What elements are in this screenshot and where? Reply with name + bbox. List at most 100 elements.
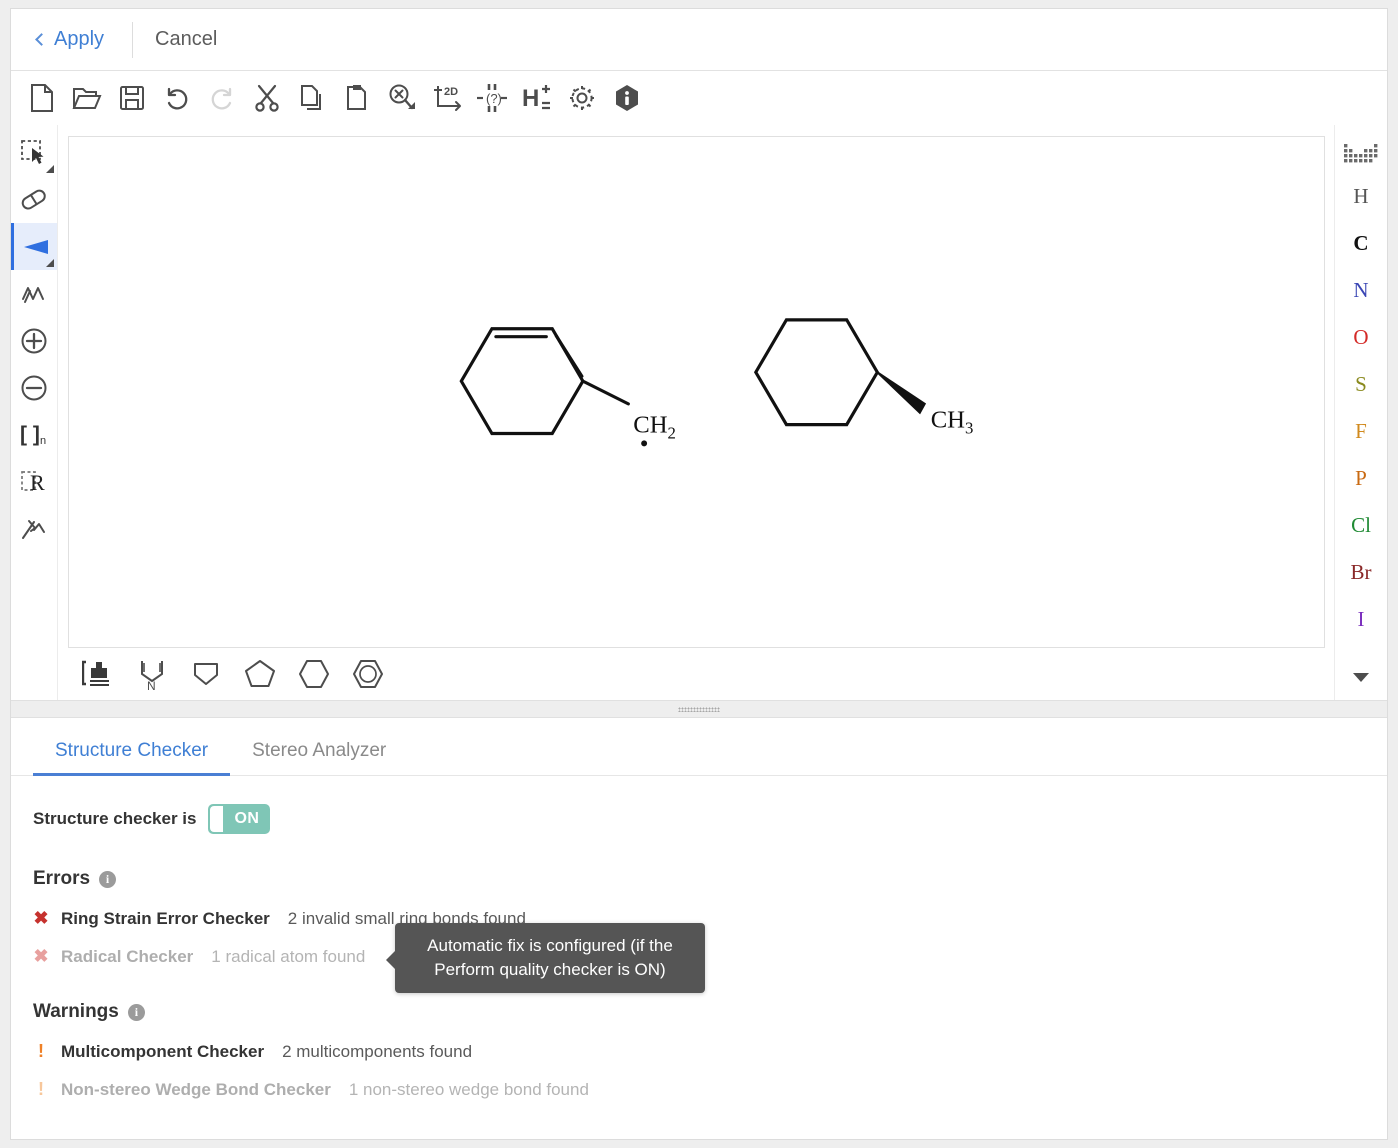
periodic-table-icon [1344,144,1378,164]
floppy-save-icon [119,85,145,111]
redo-button[interactable] [205,81,239,115]
cyclohexane-template-button[interactable] [294,654,334,694]
element-button-s[interactable]: S [1338,361,1385,408]
paste-button[interactable] [340,81,374,115]
about-button[interactable] [610,81,644,115]
main-toolbar: 2D (?) H [11,71,1387,125]
benzene-template-button[interactable] [348,654,388,694]
error-mark-icon: ✖ [33,946,49,967]
issue-name: Radical Checker [61,947,193,967]
warnings-heading: Warnings i [33,1001,1365,1023]
element-button-o[interactable]: O [1338,314,1385,361]
element-button-i[interactable]: I [1338,596,1385,643]
wedge-bond-shape [877,372,924,413]
toggle-knob [210,806,223,832]
settings-button[interactable] [565,81,599,115]
save-file-button[interactable] [115,81,149,115]
toggle-label: Structure checker is [33,809,196,829]
query-bond-icon: (?) [476,83,508,113]
repeating-unit-tool[interactable]: [ ] n [11,411,57,458]
cyclopentadiene-template-button[interactable] [186,654,226,694]
issue-name: Multicomponent Checker [61,1042,264,1062]
attachment-point-tool[interactable] [11,505,57,552]
issue-row-non-stereo-wedge[interactable]: ! Non-stereo Wedge Bond Checker 1 non-st… [33,1079,1365,1100]
copy-button[interactable] [295,81,329,115]
zigzag-chain-icon [20,282,48,306]
svg-text:R: R [30,470,45,495]
increase-charge-tool[interactable] [11,317,57,364]
info-circle-icon[interactable]: i [128,1004,145,1021]
window-header: Apply Cancel [11,9,1387,71]
issue-name: Non-stereo Wedge Bond Checker [61,1080,331,1100]
molecule-canvas[interactable]: CH2 CH3 [68,136,1325,648]
periodic-table-button[interactable] [1338,135,1385,173]
element-button-f[interactable]: F [1338,408,1385,455]
issue-description: 2 multicomponents found [282,1042,472,1062]
apply-button-label: Apply [54,28,104,51]
r-group-tool[interactable]: R [11,458,57,505]
structure-checker-toggle-row: Structure checker is ON [33,804,1365,834]
template-rail: N [68,648,1325,700]
automatic-fix-tooltip: Automatic fix is configured (if the Perf… [395,923,705,993]
panel-splitter[interactable] [11,700,1387,718]
molecule-cyclohexadiene-methyl-radical [461,329,628,434]
svg-text:2D: 2D [444,86,458,98]
hydrogen-plus-minus-icon: H [522,84,552,112]
cyclopentane-template-button[interactable] [240,654,280,694]
element-label: F [1355,419,1367,444]
issue-row-multicomponent[interactable]: ! Multicomponent Checker 2 multicomponen… [33,1041,1365,1062]
periodic-elements-rail: H C N O S F P Cl Br [1334,125,1387,700]
clean-2d-button[interactable]: 2D [430,81,464,115]
wedge-bond-icon [22,237,50,257]
selection-tool[interactable] [11,129,57,176]
query-bond-button[interactable]: (?) [475,81,509,115]
element-button-br[interactable]: Br [1338,549,1385,596]
tab-structure-checker[interactable]: Structure Checker [33,740,230,775]
element-button-h[interactable]: H [1338,173,1385,220]
cut-button[interactable] [250,81,284,115]
apply-button[interactable]: Apply [37,24,118,55]
wedge-bond-tool[interactable] [11,223,57,270]
issue-name: Ring Strain Error Checker [61,909,270,929]
eraser-tool[interactable] [11,176,57,223]
chain-tool[interactable] [11,270,57,317]
folder-open-icon [72,85,102,111]
molecule-1-substituent-label: CH2 [633,412,676,443]
element-button-cl[interactable]: Cl [1338,502,1385,549]
cyclohexane-ring-icon [298,659,330,689]
brackets-n-icon: [ ] n [19,422,49,448]
clear-selection-button[interactable] [385,81,419,115]
tooltip-line-1: Automatic fix is configured (if the [409,934,691,958]
decrease-charge-tool[interactable] [11,364,57,411]
element-button-p[interactable]: P [1338,455,1385,502]
chevron-down-icon [1352,671,1370,683]
more-elements-button[interactable] [1338,654,1385,700]
cancel-button[interactable]: Cancel [155,28,217,51]
template-library-icon [82,660,114,688]
element-button-n[interactable]: N [1338,267,1385,314]
undo-button[interactable] [160,81,194,115]
element-button-c[interactable]: C [1338,220,1385,267]
new-file-button[interactable] [25,81,59,115]
element-label: P [1355,466,1367,491]
r-group-icon: R [20,469,48,495]
templates-library-button[interactable] [78,654,118,694]
cyclopentane-ring-icon [244,659,276,689]
splitter-grip[interactable] [678,707,720,712]
pyrrole-template-button[interactable]: N [132,654,172,694]
open-file-button[interactable] [70,81,104,115]
add-remove-hydrogens-button[interactable]: H [520,81,554,115]
element-label: N [1353,278,1368,303]
structure-checker-toggle[interactable]: ON [208,804,270,834]
attachment-point-icon [20,516,48,542]
submenu-indicator[interactable] [46,259,54,267]
svg-text:(?): (?) [486,91,502,106]
molecule-2-substituent-label: CH3 [931,407,974,438]
editor-area: [ ] n R [11,125,1387,700]
submenu-indicator[interactable] [46,165,54,173]
tab-stereo-analyzer[interactable]: Stereo Analyzer [230,740,408,775]
element-label: Cl [1351,513,1371,538]
clipboard-paste-icon [344,84,370,112]
warnings-heading-label: Warnings [33,1001,119,1023]
info-circle-icon[interactable]: i [99,871,116,888]
